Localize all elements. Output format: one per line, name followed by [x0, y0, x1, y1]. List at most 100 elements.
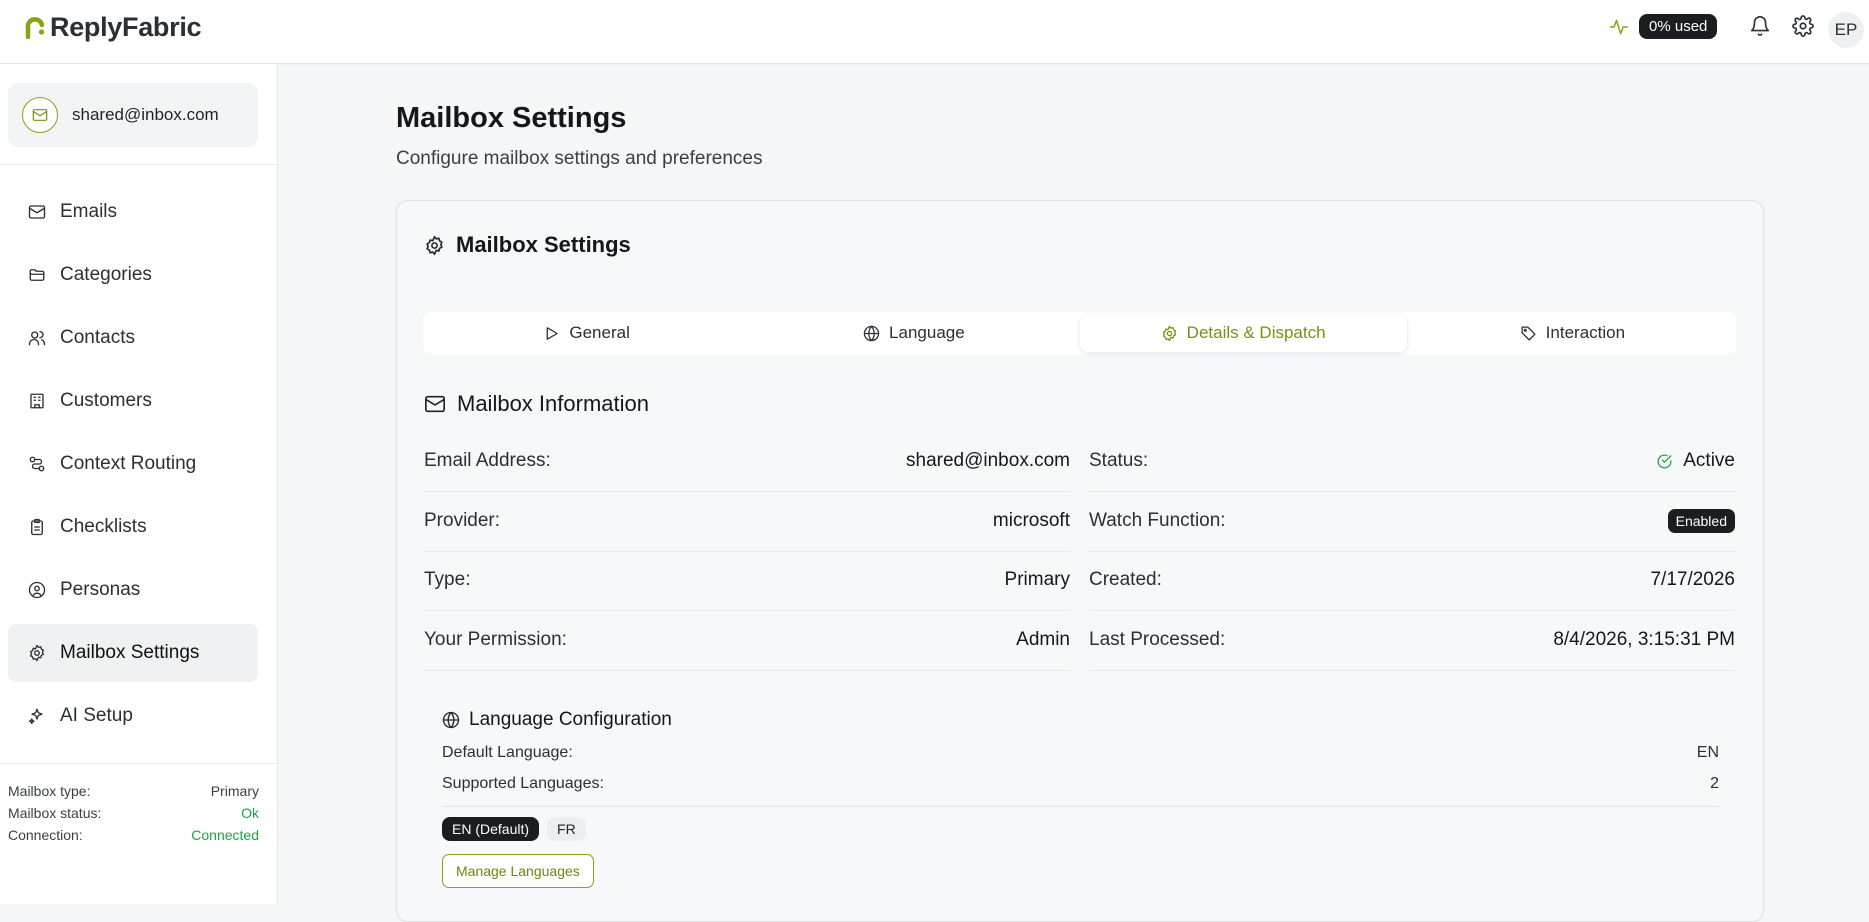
user-circle-icon: [28, 581, 46, 599]
info-label: Default Language:: [442, 744, 573, 761]
mail-icon: [28, 205, 46, 219]
sidebar-item-label: Emails: [60, 201, 118, 222]
route-icon: [29, 456, 45, 472]
tab-details-dispatch[interactable]: Details & Dispatch: [1079, 314, 1407, 352]
mailbox-status-row: Mailbox status: Ok: [8, 805, 259, 821]
section-title-text: Language Configuration: [469, 709, 672, 730]
top-bar: ReplyFabric 0% used EP: [0, 0, 1869, 64]
tab-interaction[interactable]: Interaction: [1409, 312, 1736, 354]
user-avatar[interactable]: EP: [1828, 12, 1864, 48]
mailbox-email: shared@inbox.com: [72, 105, 219, 124]
check-circle-icon: [1657, 454, 1672, 469]
sidebar-item-label: Mailbox Settings: [60, 642, 200, 663]
card-title-text: Mailbox Settings: [456, 232, 631, 257]
globe-icon: [863, 325, 880, 341]
sidebar-item-context-routing[interactable]: Context Routing: [8, 435, 258, 493]
tab-label: Language: [889, 323, 965, 342]
info-label: Type:: [424, 569, 471, 590]
card-title: Mailbox Settings: [424, 232, 631, 258]
clipboard-icon: [31, 518, 43, 536]
page-title: Mailbox Settings: [396, 102, 627, 134]
gear-icon: [1162, 325, 1176, 341]
info-value: 2: [1710, 775, 1719, 792]
sparkles-icon: [28, 708, 43, 725]
sidebar-item-categories[interactable]: Categories: [8, 246, 258, 304]
usage-badge: 0% used: [1639, 14, 1718, 39]
sidebar-item-label: Categories: [60, 264, 152, 285]
mail-icon: [425, 395, 445, 413]
supported-languages-row: Supported Languages: 2: [442, 775, 1719, 793]
language-chips: EN (Default) FR: [442, 817, 586, 841]
notifications-button[interactable]: [1749, 15, 1771, 37]
mailbox-information-title: Mailbox Information: [424, 391, 649, 417]
mailbox-type-row: Mailbox type: Primary: [8, 783, 259, 799]
manage-languages-button[interactable]: Manage Languages: [442, 854, 594, 888]
sidebar-item-label: Checklists: [60, 516, 147, 537]
gear-icon: [29, 644, 45, 662]
sidebar-divider: [0, 763, 277, 764]
info-label: Provider:: [424, 510, 501, 531]
tab-general[interactable]: General: [423, 312, 750, 354]
default-language-row: Default Language: EN: [442, 744, 1719, 762]
status-value: Active: [1656, 450, 1735, 472]
info-label: Status:: [1089, 450, 1149, 471]
language-chip-en: EN (Default): [442, 817, 540, 841]
sidebar: shared@inbox.com Emails Categories Conta…: [0, 64, 278, 904]
folder-icon: [29, 269, 45, 281]
status-text: Active: [1683, 450, 1735, 471]
sidebar-item-customers[interactable]: Customers: [8, 372, 258, 430]
sidebar-item-ai-setup[interactable]: AI Setup: [8, 687, 258, 745]
sidebar-item-label: Customers: [60, 390, 152, 411]
mailbox-avatar: [22, 97, 58, 133]
sidebar-item-label: AI Setup: [60, 705, 133, 726]
tab-language[interactable]: Language: [750, 312, 1077, 354]
info-value: microsoft: [992, 510, 1070, 531]
info-value: 7/17/2026: [1650, 569, 1735, 590]
logo-text: ReplyFabric: [50, 12, 202, 42]
logo-icon: [25, 16, 45, 39]
activity-icon: [1609, 19, 1629, 34]
globe-icon: [442, 711, 460, 729]
info-label: Email Address:: [424, 450, 551, 471]
language-configuration-title: Language Configuration: [442, 709, 672, 731]
language-chip-fr: FR: [547, 817, 586, 841]
tag-icon: [1521, 325, 1536, 341]
info-label: Created:: [1089, 569, 1162, 590]
info-label: Your Permission:: [424, 629, 567, 650]
sidebar-item-mailbox-settings[interactable]: Mailbox Settings: [8, 624, 258, 682]
gear-icon: [1792, 15, 1814, 37]
section-title-text: Mailbox Information: [457, 391, 649, 416]
info-value: EN: [1696, 744, 1719, 761]
sidebar-item-label: Contacts: [60, 327, 135, 348]
sidebar-item-personas[interactable]: Personas: [8, 561, 258, 619]
last-processed-row: Last Processed: 8/4/2026, 3:15:31 PM: [1089, 610, 1735, 671]
sidebar-divider: [0, 164, 277, 165]
watch-status-badge: Enabled: [1667, 509, 1735, 533]
created-row: Created: 7/17/2026: [1089, 550, 1735, 611]
logo[interactable]: ReplyFabric: [24, 12, 202, 43]
info-value: Primary: [1004, 569, 1070, 590]
play-icon: [546, 326, 559, 340]
info-value: 8/4/2026, 3:15:31 PM: [1553, 629, 1735, 650]
sidebar-item-contacts[interactable]: Contacts: [8, 309, 258, 367]
meta-value: Ok: [241, 805, 259, 821]
settings-card: Mailbox Settings General Language Detail…: [396, 200, 1764, 922]
settings-tabs: General Language Details & Dispatch Inte…: [423, 312, 1736, 354]
bell-icon: [1750, 16, 1770, 37]
meta-value: Connected: [191, 827, 259, 843]
tab-label: General: [569, 323, 630, 342]
language-divider: [442, 806, 1719, 807]
gear-icon: [426, 235, 443, 255]
meta-label: Connection:: [8, 827, 83, 843]
connection-row: Connection: Connected: [8, 827, 259, 843]
building-icon: [30, 393, 44, 409]
tab-label: Details & Dispatch: [1186, 323, 1326, 342]
tab-label: Interaction: [1545, 323, 1626, 342]
sidebar-item-checklists[interactable]: Checklists: [8, 498, 258, 556]
settings-button[interactable]: [1792, 15, 1814, 37]
usage-indicator[interactable]: 0% used: [1609, 14, 1718, 39]
mailbox-switcher[interactable]: shared@inbox.com: [8, 83, 258, 147]
sidebar-item-emails[interactable]: Emails: [8, 183, 258, 241]
type-row: Type: Primary: [424, 550, 1070, 611]
meta-label: Mailbox status:: [8, 805, 102, 821]
